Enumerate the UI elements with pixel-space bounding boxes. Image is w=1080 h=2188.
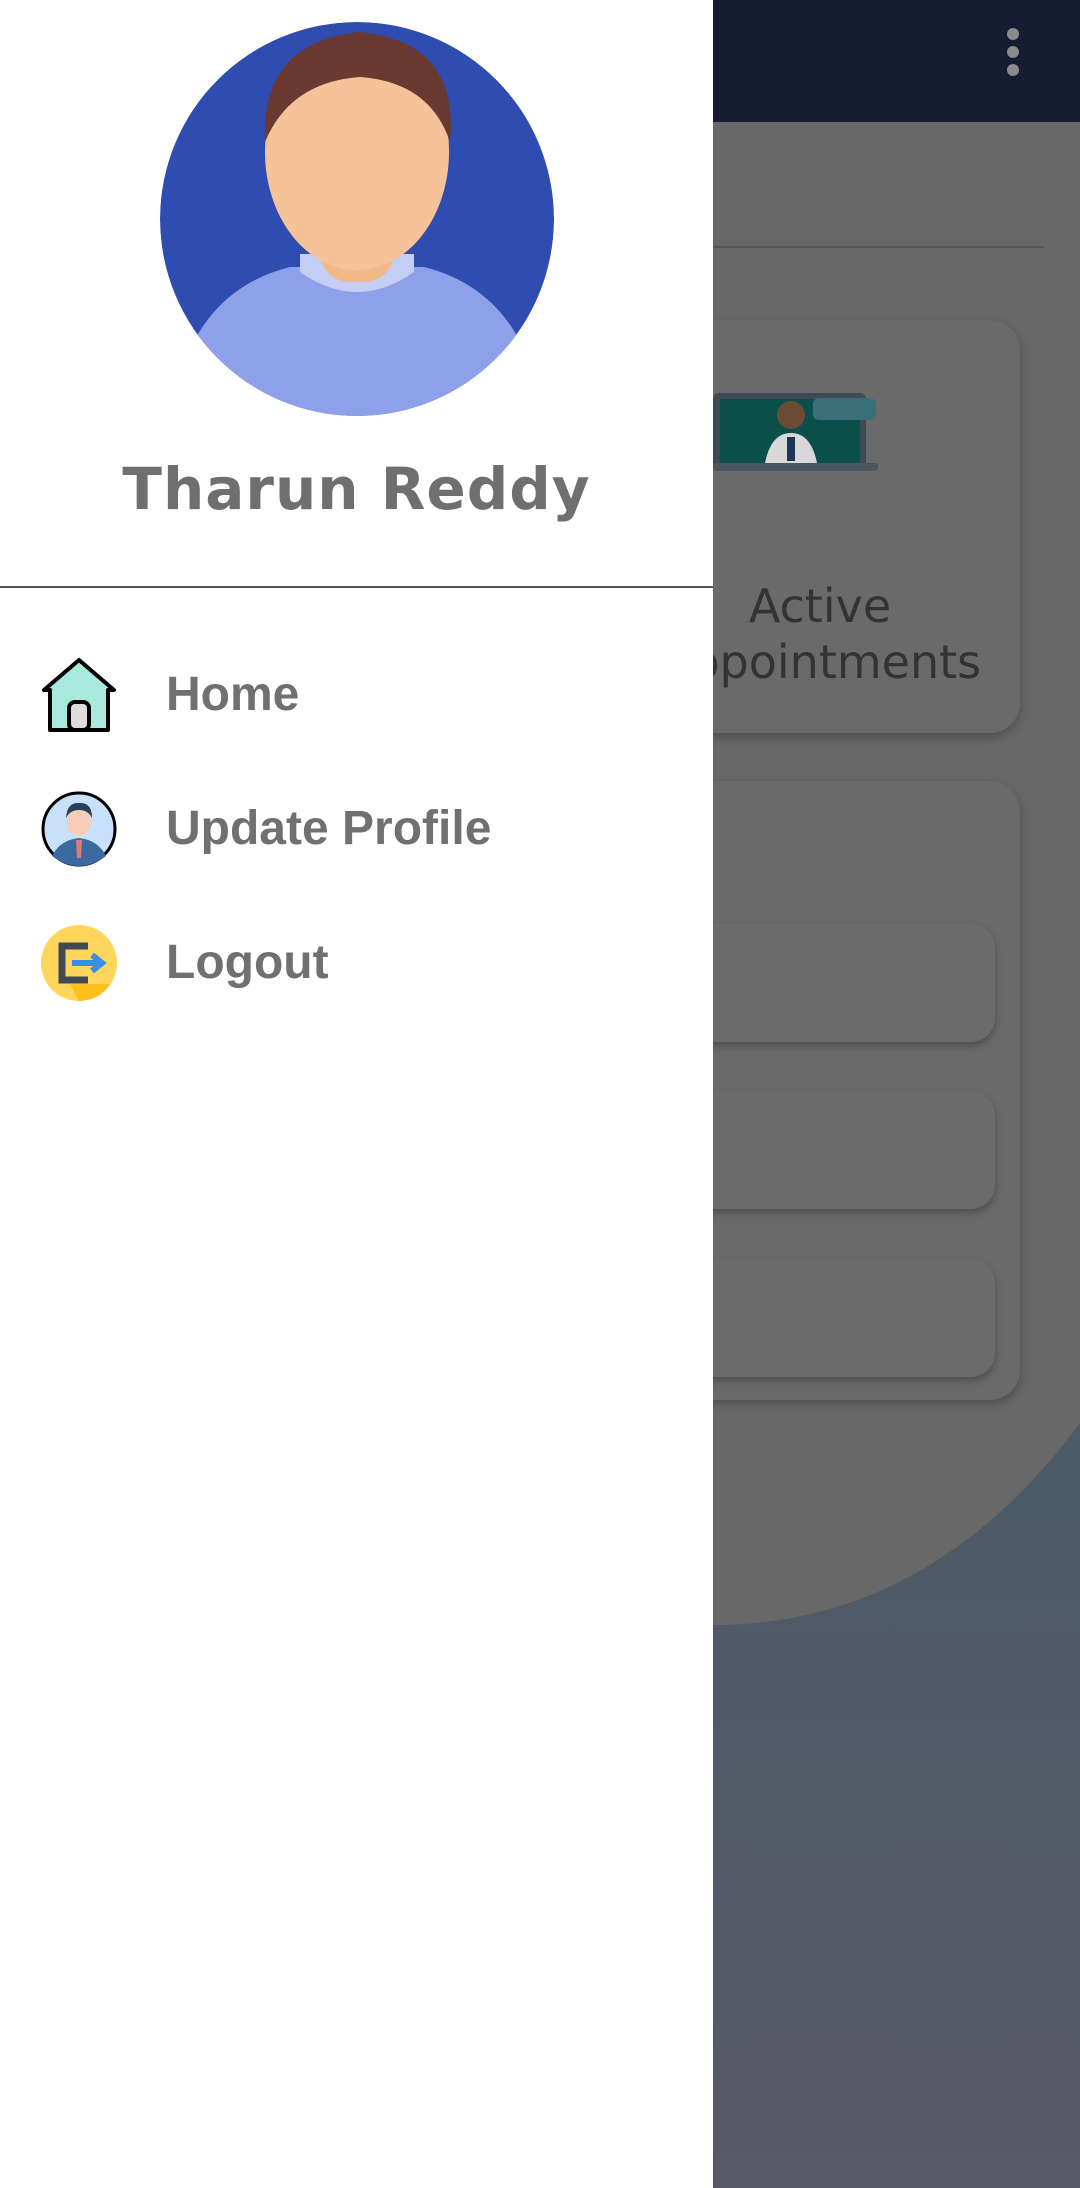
logout-icon — [41, 925, 117, 1001]
menu-item-update-profile[interactable]: Update Profile — [0, 774, 713, 884]
navigation-drawer: Tharun Reddy Home Update Profile Logout — [0, 0, 713, 2188]
more-options-icon[interactable] — [1000, 28, 1026, 84]
profile-icon — [41, 791, 117, 867]
doctor-illustration — [713, 393, 878, 471]
user-avatar — [160, 22, 554, 416]
drawer-divider — [0, 586, 713, 588]
user-name: Tharun Reddy — [122, 455, 591, 523]
menu-item-label: Update Profile — [166, 802, 492, 855]
divider — [713, 246, 1044, 248]
home-icon — [42, 658, 116, 732]
menu-item-home[interactable]: Home — [0, 640, 713, 750]
menu-item-label: Logout — [166, 936, 329, 989]
menu-item-logout[interactable]: Logout — [0, 908, 713, 1018]
menu-item-label: Home — [166, 668, 300, 721]
